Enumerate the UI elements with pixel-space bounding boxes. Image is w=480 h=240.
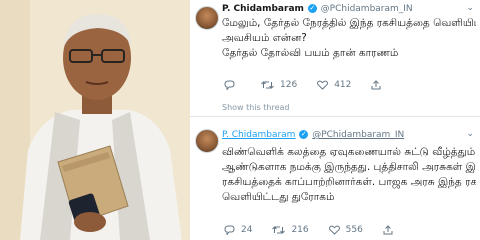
chevron-down-icon[interactable]: ⌄ xyxy=(466,129,474,139)
tweet-line: ஆண்டுகளாக நமக்கு இருந்தது. புத்திசாலி அர… xyxy=(222,161,476,173)
share-button[interactable] xyxy=(383,225,399,235)
avatar[interactable] xyxy=(195,129,219,153)
verified-badge-icon: ✓ xyxy=(307,4,317,13)
like-count: 556 xyxy=(345,225,363,235)
like-count: 412 xyxy=(334,80,352,90)
tweet-line: ரகசியத்தைக் காப்பாற்றினார்கள். பாஜக அரசு… xyxy=(222,176,476,188)
reply-button[interactable]: 24 xyxy=(224,225,252,235)
photo-panel xyxy=(0,0,190,240)
reply-icon xyxy=(224,225,235,235)
retweet-count: 216 xyxy=(291,225,309,235)
person-photo xyxy=(0,0,190,240)
tweet-line: விண்வெளிக் கலத்தை ஏவுகணையால் சுட்டு வீழ்… xyxy=(222,146,476,158)
share-icon xyxy=(383,225,393,235)
tweet-header: P. Chidambaram ✓ @PChidambaram_IN xyxy=(222,4,413,14)
heart-icon xyxy=(317,80,329,90)
retweet-button[interactable]: 216 xyxy=(272,225,309,235)
show-thread-link[interactable]: Show this thread xyxy=(222,103,290,112)
author-name[interactable]: P. Chidambaram xyxy=(222,130,295,140)
tweet-text: மேலும், தேர்தல் நேரத்தில் இந்த ரகசியத்தை… xyxy=(222,16,476,61)
tweet-header: P. Chidambaram ✓ @PChidambaram_IN xyxy=(222,130,404,140)
heart-icon xyxy=(328,225,340,235)
chevron-down-icon[interactable]: ⌄ xyxy=(466,3,474,13)
tweet-actions: 126 412 xyxy=(224,80,407,90)
retweet-button[interactable]: 126 xyxy=(261,80,297,90)
author-name[interactable]: P. Chidambaram xyxy=(222,4,304,14)
avatar[interactable] xyxy=(195,6,219,30)
author-handle[interactable]: @PChidambaram_IN xyxy=(321,4,413,14)
retweet-count: 126 xyxy=(280,80,298,90)
tweet-card: P. Chidambaram ✓ @PChidambaram_IN ⌄ விண்… xyxy=(190,116,480,240)
tweet-card: P. Chidambaram ✓ @PChidambaram_IN ⌄ மேலு… xyxy=(190,0,480,116)
reply-icon xyxy=(224,80,235,90)
tweet-line: தேர்தல் தோல்வி பயம் தான் காரணம் xyxy=(222,47,399,59)
like-button[interactable]: 556 xyxy=(328,225,363,235)
tweet-line: வெளியிட்டது துரோகம் xyxy=(222,191,335,203)
share-button[interactable] xyxy=(371,80,387,90)
retweet-icon xyxy=(261,81,274,89)
verified-badge-icon: ✓ xyxy=(299,130,309,139)
reply-button[interactable] xyxy=(224,80,241,90)
share-icon xyxy=(371,80,381,90)
like-button[interactable]: 412 xyxy=(317,80,351,90)
tweet-line: மேலும், தேர்தல் நேரத்தில் இந்த ரகசியத்தை… xyxy=(222,17,476,29)
tweet-line: அவசியம் என்ன? xyxy=(222,32,307,44)
retweet-icon xyxy=(272,226,286,234)
tweet-actions: 24 216 556 xyxy=(224,225,419,235)
tweet-text: விண்வெளிக் கலத்தை ஏவுகணையால் சுட்டு வீழ்… xyxy=(222,145,476,205)
author-handle[interactable]: @PChidambaram_IN xyxy=(312,130,404,140)
reply-count: 24 xyxy=(241,225,253,235)
